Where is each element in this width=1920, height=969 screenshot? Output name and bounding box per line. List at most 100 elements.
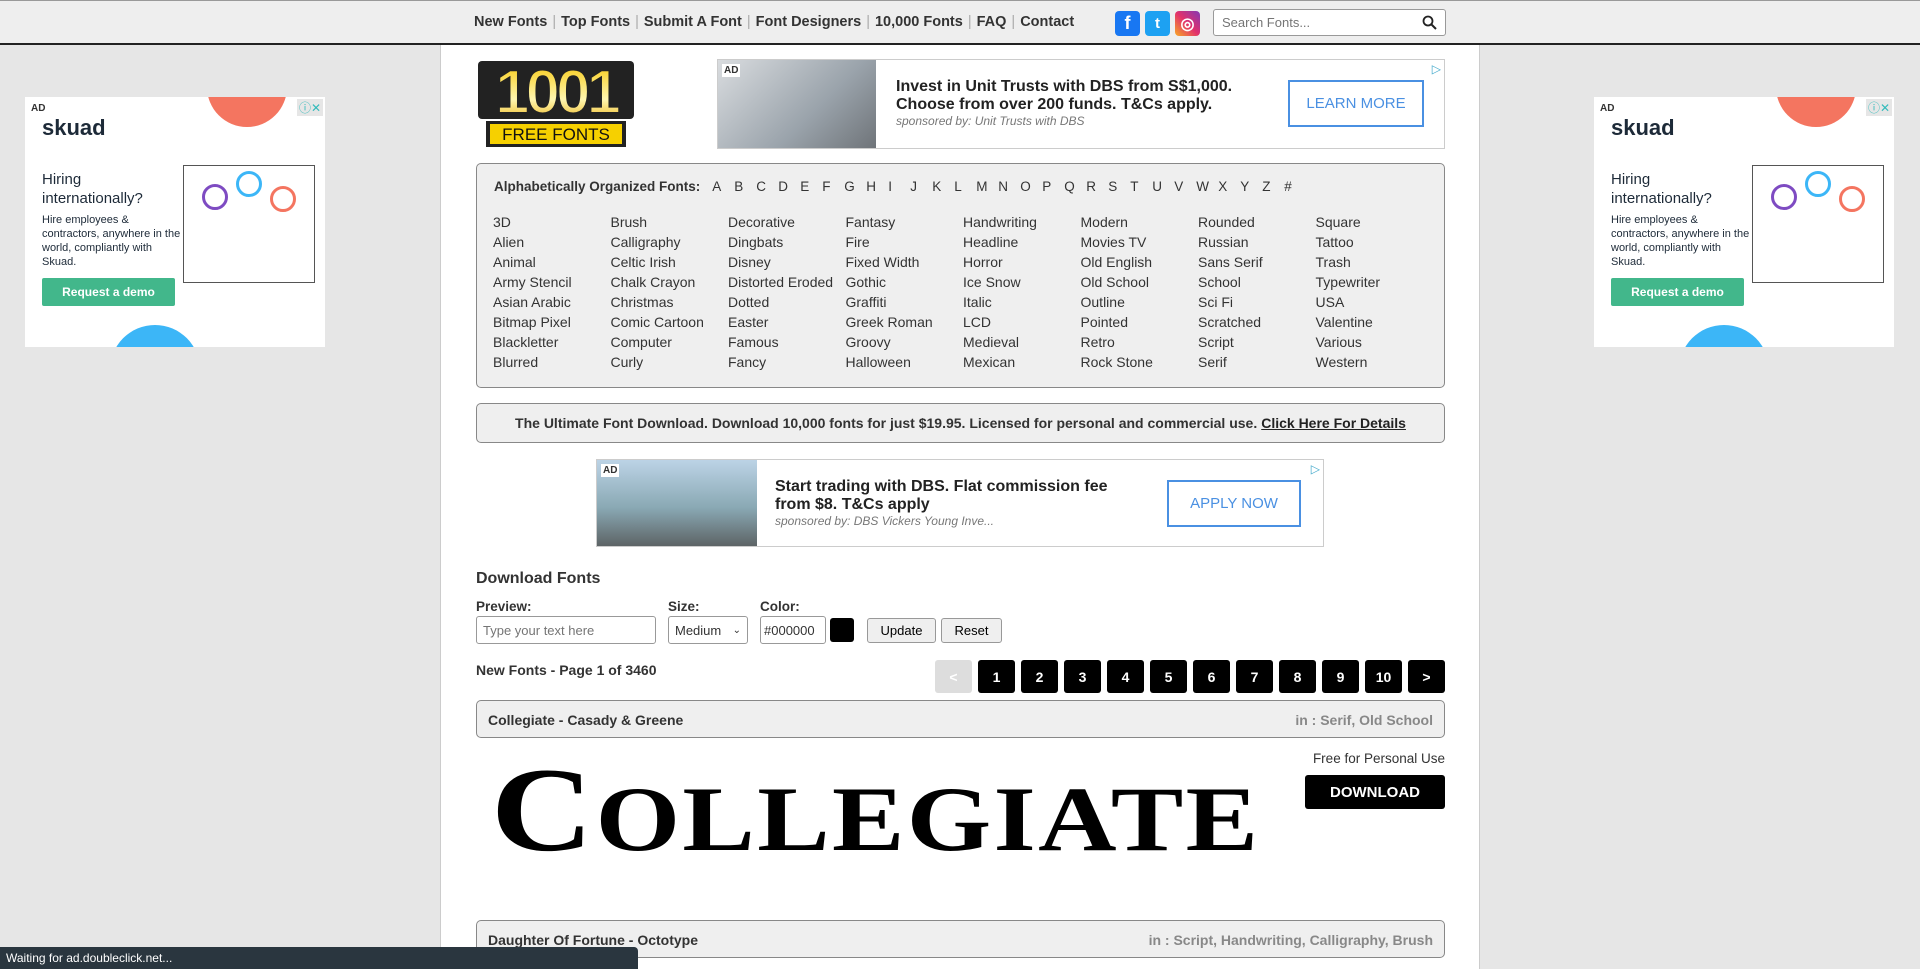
- category-link[interactable]: Sans Serif: [1198, 254, 1316, 274]
- letter-link[interactable]: W: [1196, 179, 1218, 194]
- category-links[interactable]: Serif, Old School: [1320, 712, 1433, 728]
- left-side-ad[interactable]: AD ⓘ✕ skuad Hiring internationally? Hire…: [25, 97, 325, 347]
- letter-link[interactable]: O: [1020, 179, 1042, 194]
- category-link[interactable]: Alien: [493, 234, 611, 254]
- font-title-link[interactable]: Collegiate - Casady & Greene: [488, 712, 683, 728]
- letter-link[interactable]: S: [1108, 179, 1130, 194]
- category-link[interactable]: Fixed Width: [846, 254, 964, 274]
- category-link[interactable]: Asian Arabic: [493, 294, 611, 314]
- letter-link[interactable]: V: [1174, 179, 1196, 194]
- category-link[interactable]: Scratched: [1198, 314, 1316, 334]
- letter-link[interactable]: C: [756, 179, 778, 194]
- page-button[interactable]: 9: [1322, 660, 1359, 693]
- category-link[interactable]: Serif: [1198, 354, 1316, 374]
- category-link[interactable]: Horror: [963, 254, 1081, 274]
- category-link[interactable]: Rounded: [1198, 214, 1316, 234]
- page-button[interactable]: 1: [978, 660, 1015, 693]
- category-link[interactable]: Movies TV: [1081, 234, 1199, 254]
- category-link[interactable]: Various: [1316, 334, 1434, 354]
- page-button[interactable]: 4: [1107, 660, 1144, 693]
- letter-link[interactable]: F: [822, 179, 844, 194]
- category-link[interactable]: Blackletter: [493, 334, 611, 354]
- letter-link[interactable]: L: [954, 179, 976, 194]
- preview-text-input[interactable]: [476, 616, 656, 644]
- letter-link[interactable]: P: [1042, 179, 1064, 194]
- category-link[interactable]: Dotted: [728, 294, 846, 314]
- size-select[interactable]: Medium ⌄: [668, 616, 748, 644]
- update-button[interactable]: Update: [867, 618, 936, 643]
- category-link[interactable]: Trash: [1316, 254, 1434, 274]
- site-logo[interactable]: 1001 FREE FONTS: [476, 57, 636, 149]
- letter-link[interactable]: X: [1218, 179, 1240, 194]
- category-link[interactable]: Celtic Irish: [611, 254, 729, 274]
- category-link[interactable]: Easter: [728, 314, 846, 334]
- letter-link[interactable]: H: [866, 179, 888, 194]
- category-link[interactable]: Distorted Eroded: [728, 274, 846, 294]
- category-link[interactable]: Calligraphy: [611, 234, 729, 254]
- category-link[interactable]: Dingbats: [728, 234, 846, 254]
- letter-link[interactable]: B: [734, 179, 756, 194]
- category-link[interactable]: Modern: [1081, 214, 1199, 234]
- category-link[interactable]: Decorative: [728, 214, 846, 234]
- letter-link[interactable]: E: [800, 179, 822, 194]
- learn-more-button[interactable]: LEARN MORE: [1288, 80, 1424, 127]
- download-button[interactable]: DOWNLOAD: [1305, 775, 1445, 809]
- letter-link[interactable]: Q: [1064, 179, 1086, 194]
- right-side-ad[interactable]: AD ⓘ✕ skuad Hiring internationally? Hire…: [1594, 97, 1894, 347]
- category-link[interactable]: Italic: [963, 294, 1081, 314]
- top-banner-ad[interactable]: AD Invest in Unit Trusts with DBS from S…: [717, 59, 1445, 149]
- next-page-button[interactable]: >: [1408, 660, 1445, 693]
- prev-page-button[interactable]: <: [935, 660, 972, 693]
- letter-link[interactable]: G: [844, 179, 866, 194]
- nav-submit-font[interactable]: Submit A Font: [644, 14, 742, 30]
- ad-close-icon[interactable]: ⓘ✕: [1865, 99, 1892, 116]
- font-title-link[interactable]: Daughter Of Fortune - Octotype: [488, 932, 698, 948]
- category-link[interactable]: Halloween: [846, 354, 964, 374]
- category-link[interactable]: Western: [1316, 354, 1434, 374]
- facebook-icon[interactable]: f: [1115, 11, 1140, 36]
- letter-link[interactable]: J: [910, 179, 932, 194]
- category-link[interactable]: Ice Snow: [963, 274, 1081, 294]
- category-link[interactable]: Groovy: [846, 334, 964, 354]
- page-button[interactable]: 5: [1150, 660, 1187, 693]
- category-link[interactable]: Greek Roman: [846, 314, 964, 334]
- category-link[interactable]: Old English: [1081, 254, 1199, 274]
- letter-link[interactable]: T: [1130, 179, 1152, 194]
- letter-link[interactable]: #: [1284, 179, 1306, 194]
- page-button[interactable]: 7: [1236, 660, 1273, 693]
- category-link[interactable]: Fire: [846, 234, 964, 254]
- category-link[interactable]: Disney: [728, 254, 846, 274]
- search-input[interactable]: [1222, 15, 1412, 30]
- category-link[interactable]: Sci Fi: [1198, 294, 1316, 314]
- category-link[interactable]: Bitmap Pixel: [493, 314, 611, 334]
- adchoices-icon[interactable]: ▷: [1432, 62, 1441, 76]
- category-link[interactable]: Russian: [1198, 234, 1316, 254]
- letter-link[interactable]: Z: [1262, 179, 1284, 194]
- category-link[interactable]: Old School: [1081, 274, 1199, 294]
- category-link[interactable]: Comic Cartoon: [611, 314, 729, 334]
- twitter-icon[interactable]: t: [1145, 11, 1170, 36]
- category-link[interactable]: Fancy: [728, 354, 846, 374]
- category-link[interactable]: School: [1198, 274, 1316, 294]
- search-icon[interactable]: [1422, 15, 1437, 35]
- letter-link[interactable]: N: [998, 179, 1020, 194]
- adchoices-icon[interactable]: ▷: [1311, 462, 1320, 476]
- nav-font-designers[interactable]: Font Designers: [756, 14, 862, 30]
- category-links[interactable]: Script, Handwriting, Calligraphy, Brush: [1173, 932, 1433, 948]
- nav-contact[interactable]: Contact: [1020, 14, 1074, 30]
- letter-link[interactable]: I: [888, 179, 910, 194]
- letter-link[interactable]: K: [932, 179, 954, 194]
- page-button[interactable]: 2: [1021, 660, 1058, 693]
- color-swatch[interactable]: [830, 618, 854, 642]
- category-link[interactable]: Pointed: [1081, 314, 1199, 334]
- category-link[interactable]: Valentine: [1316, 314, 1434, 334]
- category-link[interactable]: Christmas: [611, 294, 729, 314]
- middle-banner-ad[interactable]: AD Start trading with DBS. Flat commissi…: [596, 459, 1324, 547]
- category-link[interactable]: Retro: [1081, 334, 1199, 354]
- nav-new-fonts[interactable]: New Fonts: [474, 14, 547, 30]
- apply-now-button[interactable]: APPLY NOW: [1167, 480, 1301, 527]
- category-link[interactable]: Chalk Crayon: [611, 274, 729, 294]
- page-button[interactable]: 6: [1193, 660, 1230, 693]
- category-link[interactable]: Square: [1316, 214, 1434, 234]
- category-link[interactable]: LCD: [963, 314, 1081, 334]
